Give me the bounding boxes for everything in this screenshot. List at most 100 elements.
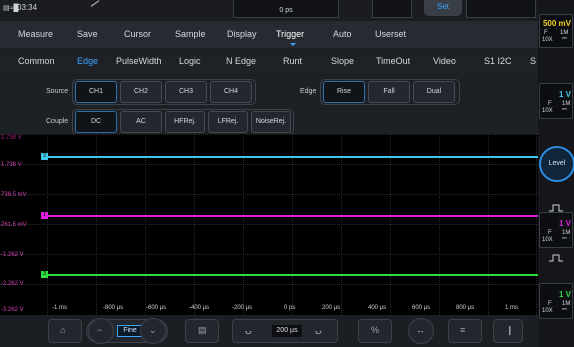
channel-probe: 10X	[542, 108, 553, 114]
timebase-value: 200 µs	[272, 325, 302, 337]
level-button[interactable]: Level	[539, 146, 574, 182]
edge-fall-option[interactable]: Fall	[368, 81, 410, 103]
x-axis-label: 600 µs	[412, 305, 431, 311]
x-axis-label: -1 ms	[52, 305, 67, 311]
y-axis-label: -3.262 V	[1, 307, 24, 313]
trace-marker-ch1[interactable]: 1	[41, 212, 48, 219]
trigger-type-slope[interactable]: Slope	[331, 56, 354, 66]
pencil-icon[interactable]	[90, 0, 100, 7]
x-axis-label: 200 µs	[322, 305, 341, 311]
trace-marker-ch3[interactable]: 3	[41, 271, 48, 278]
waveform-display[interactable]: 2.738 V 1.738 V 738.5 mV 261.5 mV -1.262…	[0, 134, 538, 315]
menu-sample[interactable]: Sample	[175, 29, 206, 39]
trigger-type-n-edge[interactable]: N Edge	[226, 56, 256, 66]
couple-ac-option[interactable]: AC	[120, 111, 162, 133]
chevron-down-icon: ⌄	[149, 325, 157, 335]
y-axis-label: 1.738 V	[1, 162, 22, 168]
couple-lfrej-option[interactable]: LFRej.	[208, 111, 248, 133]
menu-trigger[interactable]: Trigger	[276, 29, 304, 39]
minus-icon: −	[97, 325, 103, 335]
timebase-decrease-button[interactable]: ⍽	[234, 319, 268, 343]
zoom-button[interactable]: ↔	[408, 318, 434, 344]
trigger-type-runt[interactable]: Runt	[283, 56, 302, 66]
source-ch3-option[interactable]: CH3	[165, 81, 207, 103]
channel-volt: 500 mV	[542, 19, 571, 28]
timebase-increase-button[interactable]: ⍽	[304, 319, 336, 343]
time-offset-value: 0 ps	[279, 7, 293, 14]
channel-volt: 1 V	[558, 290, 571, 299]
source-label: Source	[46, 88, 69, 95]
trigger-type-s1-i2c[interactable]: S1 I2C	[484, 56, 512, 66]
trigger-type-common[interactable]: Common	[18, 56, 55, 66]
grid-line	[0, 164, 538, 165]
x-axis-label: 0 ps	[284, 305, 296, 311]
couple-dc-option[interactable]: DC	[75, 111, 117, 133]
channel-probe: 10X	[542, 237, 553, 243]
trigger-type-pulsewidth[interactable]: PulseWidth	[116, 56, 162, 66]
pulse-wide-icon: ⍽	[245, 324, 252, 334]
increase-button[interactable]: ⌄	[140, 318, 166, 344]
menu-display[interactable]: Display	[227, 29, 257, 39]
status-bar: ▤≈█ 03:34 0 ps Set	[0, 0, 538, 21]
trace-ch1	[47, 215, 538, 217]
menu-auto[interactable]: Auto	[333, 29, 352, 39]
trace-ch2	[47, 156, 538, 158]
set-button[interactable]: Set	[424, 0, 462, 16]
percent-button[interactable]: %	[358, 319, 392, 343]
menu-cursor[interactable]: Cursor	[124, 29, 151, 39]
channel-coupling: F	[548, 230, 552, 236]
channel-card-ch3[interactable]: 1 V F 1M 10X ⎓	[539, 283, 573, 319]
lines-icon: ≡	[460, 325, 466, 335]
channel-volt: 1 V	[558, 219, 571, 228]
source-ch1-option[interactable]: CH1	[75, 81, 117, 103]
couple-label: Couple	[46, 118, 69, 125]
couple-hfrej-option[interactable]: HFRej.	[165, 111, 205, 133]
channel-coupling: F	[548, 301, 552, 307]
source-ch4-option[interactable]: CH4	[210, 81, 252, 103]
x-axis-label: -600 µs	[146, 305, 167, 311]
pulse-icon[interactable]	[549, 254, 563, 262]
menu-save[interactable]: Save	[77, 29, 98, 39]
trigger-type-timeout[interactable]: TimeOut	[376, 56, 410, 66]
trigger-type-s[interactable]: S	[530, 56, 536, 66]
pulse-icon[interactable]	[549, 204, 563, 212]
dc-symbol: ⎓	[562, 107, 567, 113]
y-axis-label: -2.262 V	[1, 281, 24, 287]
source-ch2-option[interactable]: CH2	[120, 81, 162, 103]
menu-measure[interactable]: Measure	[18, 29, 53, 39]
x-axis-label: -400 µs	[189, 305, 210, 311]
couple-noiserej-option[interactable]: NoiseRej.	[251, 111, 291, 133]
main-menu: Measure Save Cursor Sample Display Trigg…	[0, 21, 538, 49]
active-menu-indicator	[290, 43, 296, 46]
decrease-button[interactable]: −	[88, 318, 114, 344]
home-button[interactable]: ⌂	[48, 319, 82, 343]
floppy-icon: ▤	[198, 325, 207, 335]
channel-card-math[interactable]: 500 mV F 1M 10X ⎓	[539, 14, 573, 48]
edge-rise-option[interactable]: Rise	[323, 81, 365, 103]
y-axis-label: 738.5 mV	[1, 192, 27, 198]
trace-ch3	[47, 274, 538, 276]
menu-lines-button[interactable]: ≡	[448, 319, 482, 343]
dc-symbol: ⎓	[562, 307, 567, 313]
oscilloscope-app: ▤≈█ 03:34 0 ps Set Measure Save Cursor S…	[0, 0, 574, 347]
save-screen-button[interactable]: ▤	[185, 319, 219, 343]
time-offset-display: 0 ps	[233, 0, 339, 18]
channel-card-ch1[interactable]: 1 V F 1M 10X ⎓	[539, 212, 573, 248]
trigger-type-video[interactable]: Video	[433, 56, 456, 66]
grid-line	[0, 284, 538, 285]
zoom-icon: ↔	[416, 325, 425, 335]
x-axis-label: 1 ms	[505, 305, 519, 311]
channel-coupling: F	[544, 30, 548, 36]
menu-userset[interactable]: Userset	[375, 29, 406, 39]
single-button[interactable]: ❙	[493, 319, 523, 343]
channel-card-ch2[interactable]: 1 V F 1M 10X ⎓	[539, 83, 573, 119]
status-box-blank	[372, 0, 412, 18]
trigger-type-logic[interactable]: Logic	[179, 56, 201, 66]
trace-marker-ch2[interactable]: 2	[41, 153, 48, 160]
trigger-type-edge[interactable]: Edge	[77, 56, 98, 66]
home-icon: ⌂	[60, 325, 66, 335]
percent-icon: %	[371, 325, 380, 335]
grid-line	[0, 194, 538, 195]
edge-dual-option[interactable]: Dual	[413, 81, 455, 103]
dc-symbol: ⎓	[562, 236, 567, 242]
